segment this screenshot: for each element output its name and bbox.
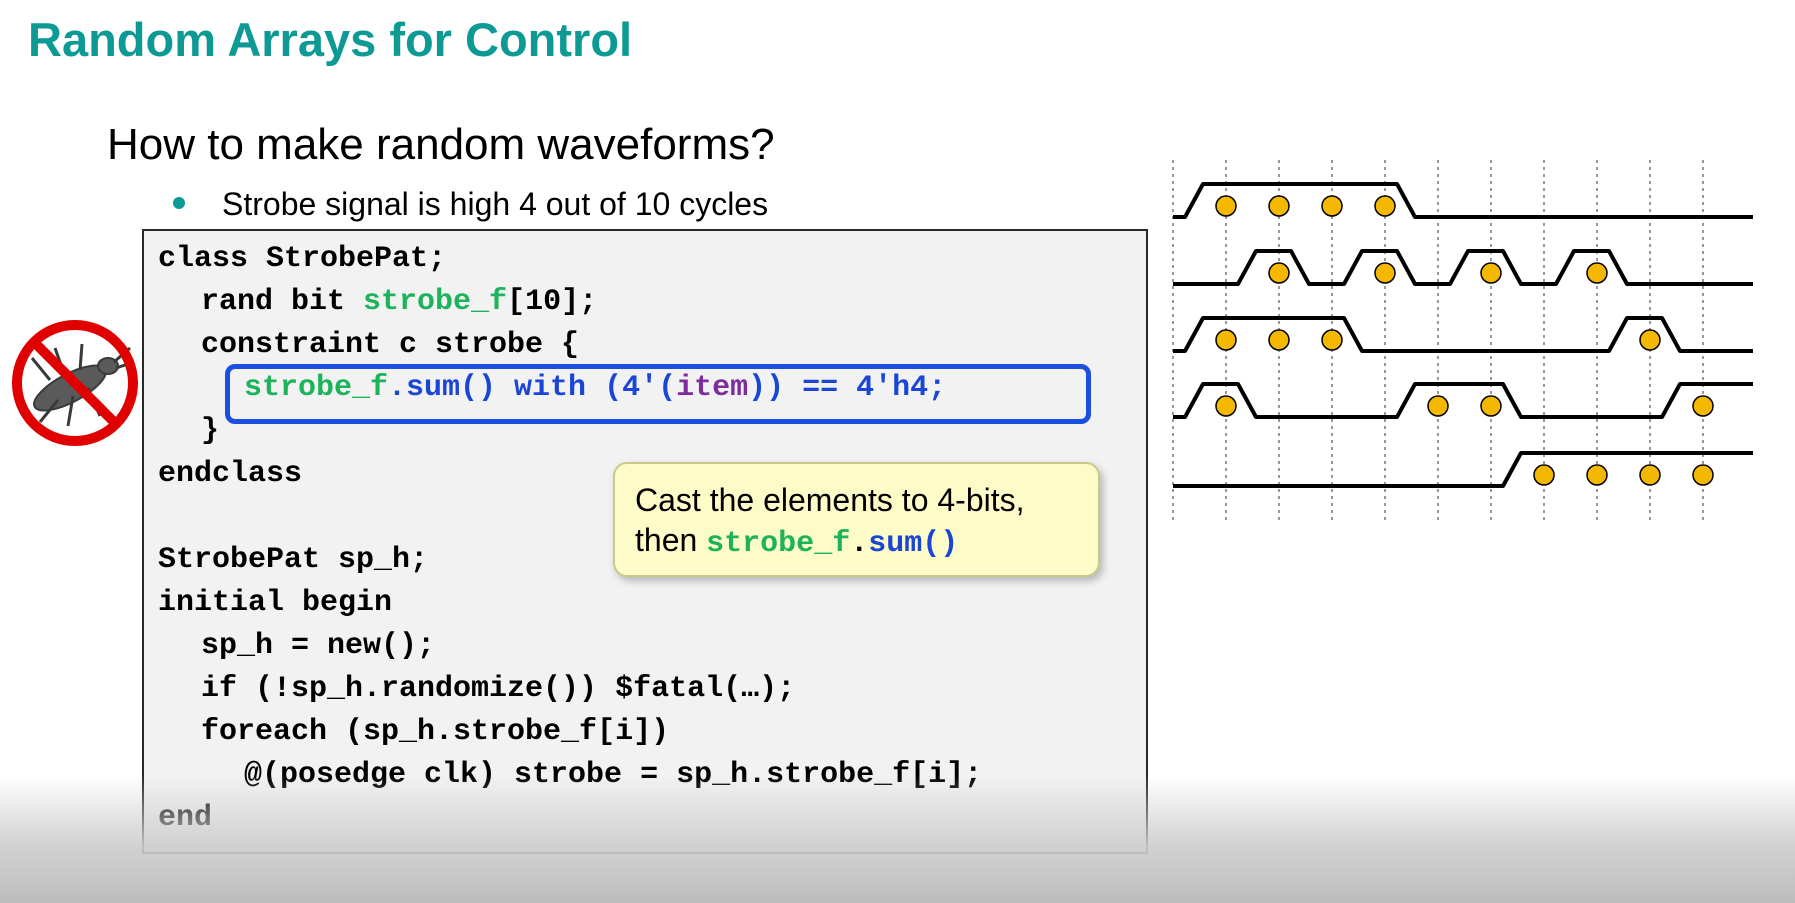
sample-dot: [1480, 262, 1502, 284]
code-line: }: [201, 414, 220, 448]
waveform-line: [1173, 182, 1753, 219]
waveform-line: [1173, 382, 1753, 419]
code-token: rand bit: [201, 285, 364, 319]
waveform-line: [1173, 316, 1753, 353]
code-line: endclass: [158, 457, 303, 491]
code-line: class StrobePat;: [158, 242, 447, 276]
constraint-highlight-box: [225, 364, 1091, 424]
sample-dot: [1692, 464, 1714, 486]
sample-dot: [1268, 329, 1290, 351]
sample-dot: [1427, 395, 1449, 417]
sample-dot: [1321, 329, 1343, 351]
callout-text: then strobe_f.sum(): [635, 522, 958, 561]
random-waveforms-diagram: [1172, 160, 1753, 520]
sample-dot: [1533, 464, 1555, 486]
sample-dot: [1321, 195, 1343, 217]
code-line: initial begin: [158, 586, 393, 620]
code-line: end: [158, 801, 213, 835]
callout-token: .: [850, 527, 869, 561]
bullet-dot-icon: [173, 197, 185, 209]
callout-text: Cast the elements to 4-bits,: [635, 482, 1025, 518]
callout-token: then: [635, 522, 707, 558]
code-line: rand bit strobe_f[10];: [201, 285, 597, 319]
sample-dot: [1374, 262, 1396, 284]
callout-token-variable: strobe_f: [706, 527, 851, 561]
slide-heading: How to make random waveforms?: [107, 120, 775, 169]
code-line: StrobePat sp_h;: [158, 543, 429, 577]
sample-dot: [1374, 195, 1396, 217]
sample-dot: [1639, 464, 1661, 486]
sample-dot: [1639, 329, 1661, 351]
sample-dot: [1268, 195, 1290, 217]
sample-dot: [1692, 395, 1714, 417]
code-line: constraint c strobe {: [201, 328, 580, 362]
sample-dot: [1215, 329, 1237, 351]
sample-dot: [1586, 262, 1608, 284]
bullet-text: Strobe signal is high 4 out of 10 cycles: [222, 186, 769, 222]
code-line: foreach (sp_h.strobe_f[i]): [201, 715, 670, 749]
code-line: sp_h = new();: [201, 629, 436, 663]
waveform-line: [1173, 451, 1753, 488]
callout-note: Cast the elements to 4-bits, then strobe…: [613, 462, 1100, 577]
sample-dot: [1215, 395, 1237, 417]
code-line: if (!sp_h.randomize()) $fatal(…);: [201, 672, 796, 706]
slide-title: Random Arrays for Control: [28, 13, 633, 66]
sample-dot: [1480, 395, 1502, 417]
code-line: @(posedge clk) strobe = sp_h.strobe_f[i]…: [244, 758, 983, 792]
sample-dot: [1215, 195, 1237, 217]
no-bug-icon: [12, 320, 138, 446]
sample-dot: [1268, 262, 1290, 284]
sample-dot: [1586, 464, 1608, 486]
waveform-line: [1173, 249, 1753, 286]
code-token: [10];: [507, 285, 598, 319]
code-token-variable: strobe_f: [363, 285, 508, 319]
callout-token-method: sum(): [868, 527, 959, 561]
